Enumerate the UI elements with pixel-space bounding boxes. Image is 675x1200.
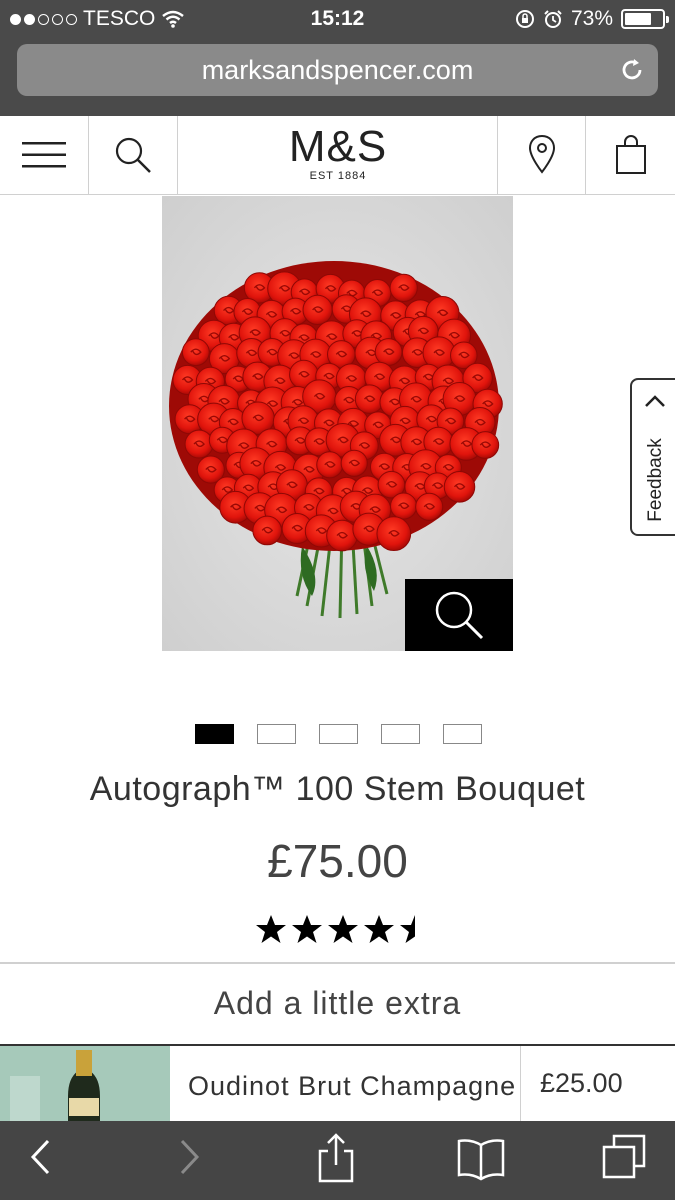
logo-subtext: EST 1884	[309, 170, 367, 182]
reload-icon[interactable]	[618, 56, 646, 84]
back-arrow-icon[interactable]	[28, 1137, 52, 1177]
shopping-bag-icon	[615, 135, 646, 174]
star-icon	[328, 915, 358, 943]
browser-toolbar	[0, 1121, 675, 1200]
battery-icon	[621, 9, 669, 29]
feedback-label: Feedback	[645, 438, 666, 522]
divider	[0, 962, 675, 964]
rotation-lock-icon	[515, 10, 534, 28]
location-pin-icon	[528, 134, 555, 174]
battery-percent: 73%	[570, 7, 613, 30]
star-icon	[400, 915, 415, 943]
alarm-icon	[544, 10, 562, 28]
store-locator-button[interactable]	[497, 116, 586, 194]
url-text[interactable]: marksandspencer.com	[17, 55, 658, 86]
status-bar: TESCO 15:12 73%	[0, 0, 675, 38]
ms-logo[interactable]: M&S EST 1884	[178, 116, 498, 194]
browser-top-chrome: TESCO 15:12 73% marksandspencer.com	[0, 0, 675, 116]
share-icon[interactable]	[316, 1133, 356, 1183]
pager-dot[interactable]	[257, 724, 296, 744]
star-rating[interactable]	[255, 913, 431, 945]
address-bar[interactable]: marksandspencer.com	[17, 44, 658, 96]
extra-item-name: Oudinot Brut Champagne	[188, 1071, 517, 1101]
zoom-button[interactable]	[405, 579, 513, 651]
logo-text: M&S	[288, 122, 388, 171]
tabs-icon[interactable]	[600, 1133, 648, 1181]
bookmarks-icon[interactable]	[456, 1137, 506, 1181]
chevron-up-icon	[645, 395, 665, 407]
pager-dot[interactable]	[319, 724, 358, 744]
feedback-tab[interactable]: Feedback	[630, 378, 675, 536]
search-icon	[115, 137, 151, 173]
divider	[520, 1046, 521, 1126]
zoom-magnifier-icon	[435, 591, 484, 640]
forward-arrow-icon[interactable]	[178, 1137, 202, 1177]
menu-button[interactable]	[0, 116, 89, 194]
search-button[interactable]	[89, 116, 178, 194]
product-title: Autograph™ 100 Stem Bouquet	[89, 770, 586, 808]
extra-item-row[interactable]: Oudinot Brut Champagne £25.00	[0, 1046, 675, 1126]
star-icon	[292, 915, 322, 943]
pager-dot[interactable]	[195, 724, 234, 744]
bag-button[interactable]	[586, 116, 675, 194]
hamburger-menu-icon	[22, 142, 66, 168]
site-header: M&S EST 1884	[0, 116, 675, 195]
champagne-thumbnail	[0, 1046, 170, 1126]
add-extra-heading: Add a little extra	[213, 985, 462, 1021]
extra-item-price: £25.00	[540, 1068, 623, 1098]
status-right-group: 73%	[515, 7, 669, 31]
pager-dot[interactable]	[443, 724, 482, 744]
star-icon	[256, 915, 286, 943]
image-pager	[195, 724, 482, 744]
pager-dot[interactable]	[381, 724, 420, 744]
star-icon	[364, 915, 394, 943]
product-price: £75.00	[267, 835, 408, 887]
